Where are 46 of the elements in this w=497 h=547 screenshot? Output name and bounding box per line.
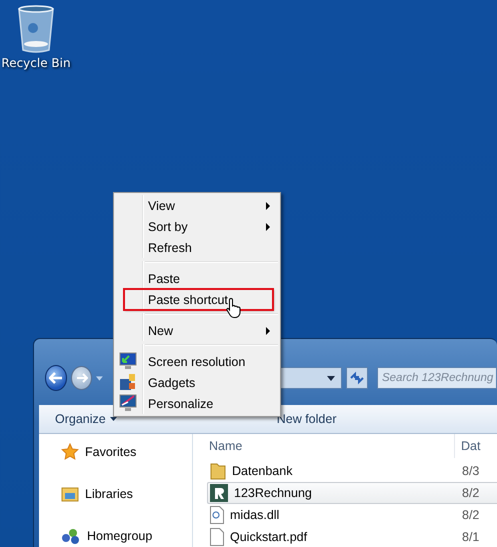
menu-item[interactable]: Refresh [114,237,280,258]
file-date: 8/3 [462,464,480,478]
file-icon [210,506,224,524]
refresh-button[interactable] [346,367,368,389]
menu-item[interactable]: New [114,320,280,341]
dropdown-arrow-icon[interactable] [96,376,103,380]
monitor-icon [119,394,137,412]
file-row[interactable]: midas.dll 8/2 [207,504,497,526]
column-header[interactable]: Name [193,434,455,458]
file-name: Quickstart.pdf [230,530,308,544]
file-name: Datenbank [232,464,292,478]
file-name: 123Rechnung [234,486,312,500]
menu-item[interactable]: Personalize [114,393,280,414]
file-date: 8/1 [462,530,480,544]
menu-item[interactable]: Sort by [114,216,280,237]
column-header[interactable]: Dat [455,434,495,458]
forward-button[interactable] [71,366,92,390]
recycle-bin-icon[interactable] [16,4,56,54]
back-arrow-icon [49,372,64,384]
menu-item[interactable]: Gadgets [114,372,280,393]
file-date: 8/2 [462,486,480,500]
file-name: midas.dll [230,508,280,522]
menu-item[interactable]: View [114,195,280,216]
app-icon [210,484,228,502]
menu-item[interactable]: Paste [114,268,280,289]
homegroup-icon [61,527,81,545]
desktop-icon-label[interactable]: Recycle Bin [1,56,71,70]
monitor-icon [119,352,137,370]
folder-icon [210,462,226,480]
menu-item[interactable]: Paste shortcut [124,289,273,310]
back-button[interactable] [45,365,68,391]
library-icon [61,485,79,503]
gadgets-icon [119,373,137,391]
file-row[interactable]: 123Rechnung 8/2 [207,482,497,504]
menu-item[interactable]: Screen resolution [114,351,280,372]
nav-pane-item[interactable]: Homegroup [87,529,152,543]
star-icon [61,443,79,461]
toolbar-button[interactable]: Organize [55,412,117,426]
forward-arrow-icon [76,373,88,383]
file-date: 8/2 [462,508,480,522]
nav-pane-item[interactable]: Favorites [85,445,136,459]
search-field[interactable]: Search 123Rechnung [376,367,497,389]
file-row[interactable]: Datenbank 8/3 [207,460,497,482]
nav-pane-item[interactable]: Libraries [85,487,133,501]
hand-cursor-icon [226,297,242,319]
file-row[interactable]: Quickstart.pdf 8/1 [207,526,497,547]
